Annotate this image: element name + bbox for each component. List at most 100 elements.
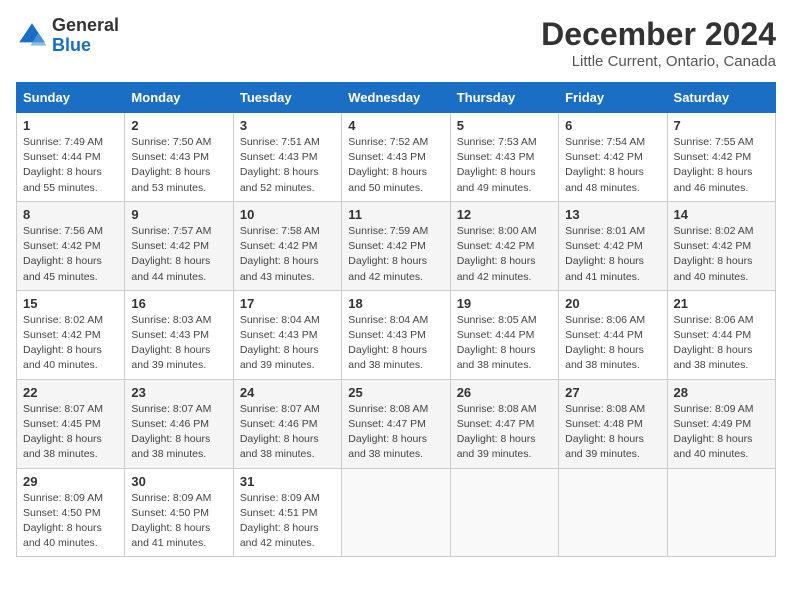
calendar-cell: 6 Sunrise: 7:54 AMSunset: 4:42 PMDaylight… bbox=[559, 113, 667, 202]
day-number: 11 bbox=[348, 207, 443, 222]
calendar-cell: 8 Sunrise: 7:56 AMSunset: 4:42 PMDaylight… bbox=[17, 201, 125, 290]
calendar-cell: 9 Sunrise: 7:57 AMSunset: 4:42 PMDaylight… bbox=[125, 201, 233, 290]
day-info: Sunrise: 8:07 AMSunset: 4:46 PMDaylight:… bbox=[131, 402, 226, 463]
day-number: 28 bbox=[674, 385, 769, 400]
calendar-cell: 19 Sunrise: 8:05 AMSunset: 4:44 PMDayligh… bbox=[450, 290, 558, 379]
day-number: 1 bbox=[23, 118, 118, 133]
calendar-cell bbox=[450, 468, 558, 557]
calendar-cell: 24 Sunrise: 8:07 AMSunset: 4:46 PMDayligh… bbox=[233, 379, 341, 468]
day-info: Sunrise: 7:56 AMSunset: 4:42 PMDaylight:… bbox=[23, 224, 118, 285]
calendar-cell: 12Sunrise: 8:00 AMSunset: 4:42 PMDayligh… bbox=[450, 201, 558, 290]
day-info: Sunrise: 8:05 AMSunset: 4:44 PMDaylight:… bbox=[457, 313, 552, 374]
calendar-cell: 23Sunrise: 8:07 AMSunset: 4:46 PMDayligh… bbox=[125, 379, 233, 468]
calendar-header-thursday: Thursday bbox=[450, 83, 558, 113]
calendar-cell: 21Sunrise: 8:06 AMSunset: 4:44 PMDayligh… bbox=[667, 290, 775, 379]
logo-text: General Blue bbox=[52, 16, 119, 56]
day-number: 25 bbox=[348, 385, 443, 400]
day-number: 5 bbox=[457, 118, 552, 133]
day-info: Sunrise: 7:54 AMSunset: 4:42 PMDaylight:… bbox=[565, 135, 660, 196]
day-number: 16 bbox=[131, 296, 226, 311]
day-number: 2 bbox=[131, 118, 226, 133]
calendar-cell: 13 Sunrise: 8:01 AMSunset: 4:42 PMDayligh… bbox=[559, 201, 667, 290]
day-number: 10 bbox=[240, 207, 335, 222]
day-number: 3 bbox=[240, 118, 335, 133]
calendar-header-monday: Monday bbox=[125, 83, 233, 113]
calendar-cell: 28 Sunrise: 8:09 AMSunset: 4:49 PMDayligh… bbox=[667, 379, 775, 468]
day-info: Sunrise: 8:04 AMSunset: 4:43 PMDaylight:… bbox=[348, 313, 443, 374]
day-info: Sunrise: 7:50 AMSunset: 4:43 PMDaylight:… bbox=[131, 135, 226, 196]
day-info: Sunrise: 7:59 AMSunset: 4:42 PMDaylight:… bbox=[348, 224, 443, 285]
calendar-cell bbox=[342, 468, 450, 557]
calendar-cell: 15 Sunrise: 8:02 AMSunset: 4:42 PMDayligh… bbox=[17, 290, 125, 379]
day-number: 30 bbox=[131, 474, 226, 489]
calendar-cell: 22 Sunrise: 8:07 AMSunset: 4:45 PMDayligh… bbox=[17, 379, 125, 468]
calendar-week-row: 22 Sunrise: 8:07 AMSunset: 4:45 PMDayligh… bbox=[17, 379, 776, 468]
calendar-cell: 31 Sunrise: 8:09 AMSunset: 4:51 PMDayligh… bbox=[233, 468, 341, 557]
main-title: December 2024 bbox=[541, 16, 776, 53]
calendar-week-row: 15 Sunrise: 8:02 AMSunset: 4:42 PMDayligh… bbox=[17, 290, 776, 379]
calendar-cell: 1 Sunrise: 7:49 AMSunset: 4:44 PMDaylight… bbox=[17, 113, 125, 202]
day-number: 7 bbox=[674, 118, 769, 133]
day-info: Sunrise: 7:53 AMSunset: 4:43 PMDaylight:… bbox=[457, 135, 552, 196]
day-number: 26 bbox=[457, 385, 552, 400]
calendar-cell: 29Sunrise: 8:09 AMSunset: 4:50 PMDayligh… bbox=[17, 468, 125, 557]
calendar-week-row: 8 Sunrise: 7:56 AMSunset: 4:42 PMDaylight… bbox=[17, 201, 776, 290]
title-area: December 2024 Little Current, Ontario, C… bbox=[541, 16, 776, 70]
logo-icon bbox=[16, 20, 48, 52]
calendar-header-friday: Friday bbox=[559, 83, 667, 113]
day-info: Sunrise: 7:49 AMSunset: 4:44 PMDaylight:… bbox=[23, 135, 118, 196]
day-info: Sunrise: 8:01 AMSunset: 4:42 PMDaylight:… bbox=[565, 224, 660, 285]
calendar-week-row: 1 Sunrise: 7:49 AMSunset: 4:44 PMDaylight… bbox=[17, 113, 776, 202]
day-number: 4 bbox=[348, 118, 443, 133]
day-info: Sunrise: 8:09 AMSunset: 4:51 PMDaylight:… bbox=[240, 491, 335, 552]
calendar-header-sunday: Sunday bbox=[17, 83, 125, 113]
logo: General Blue bbox=[16, 16, 119, 56]
day-number: 20 bbox=[565, 296, 660, 311]
calendar-cell: 17Sunrise: 8:04 AMSunset: 4:43 PMDayligh… bbox=[233, 290, 341, 379]
calendar-cell bbox=[559, 468, 667, 557]
day-info: Sunrise: 8:09 AMSunset: 4:49 PMDaylight:… bbox=[674, 402, 769, 463]
header: General Blue December 2024 Little Curren… bbox=[16, 16, 776, 70]
calendar-week-row: 29Sunrise: 8:09 AMSunset: 4:50 PMDayligh… bbox=[17, 468, 776, 557]
calendar-cell: 7Sunrise: 7:55 AMSunset: 4:42 PMDaylight… bbox=[667, 113, 775, 202]
calendar-header-row: SundayMondayTuesdayWednesdayThursdayFrid… bbox=[17, 83, 776, 113]
day-number: 12 bbox=[457, 207, 552, 222]
day-number: 27 bbox=[565, 385, 660, 400]
calendar-cell: 3Sunrise: 7:51 AMSunset: 4:43 PMDaylight… bbox=[233, 113, 341, 202]
calendar-cell: 27 Sunrise: 8:08 AMSunset: 4:48 PMDayligh… bbox=[559, 379, 667, 468]
day-info: Sunrise: 7:57 AMSunset: 4:42 PMDaylight:… bbox=[131, 224, 226, 285]
day-number: 9 bbox=[131, 207, 226, 222]
day-number: 6 bbox=[565, 118, 660, 133]
calendar-cell: 14Sunrise: 8:02 AMSunset: 4:42 PMDayligh… bbox=[667, 201, 775, 290]
day-info: Sunrise: 8:07 AMSunset: 4:45 PMDaylight:… bbox=[23, 402, 118, 463]
calendar-cell: 20Sunrise: 8:06 AMSunset: 4:44 PMDayligh… bbox=[559, 290, 667, 379]
day-number: 8 bbox=[23, 207, 118, 222]
day-number: 21 bbox=[674, 296, 769, 311]
day-info: Sunrise: 8:08 AMSunset: 4:47 PMDaylight:… bbox=[457, 402, 552, 463]
day-number: 31 bbox=[240, 474, 335, 489]
day-number: 22 bbox=[23, 385, 118, 400]
day-info: Sunrise: 7:52 AMSunset: 4:43 PMDaylight:… bbox=[348, 135, 443, 196]
day-number: 15 bbox=[23, 296, 118, 311]
day-info: Sunrise: 8:02 AMSunset: 4:42 PMDaylight:… bbox=[674, 224, 769, 285]
calendar-cell: 5 Sunrise: 7:53 AMSunset: 4:43 PMDaylight… bbox=[450, 113, 558, 202]
calendar-header-tuesday: Tuesday bbox=[233, 83, 341, 113]
calendar-cell: 4 Sunrise: 7:52 AMSunset: 4:43 PMDaylight… bbox=[342, 113, 450, 202]
calendar-cell: 25Sunrise: 8:08 AMSunset: 4:47 PMDayligh… bbox=[342, 379, 450, 468]
calendar-cell bbox=[667, 468, 775, 557]
day-number: 24 bbox=[240, 385, 335, 400]
day-info: Sunrise: 8:07 AMSunset: 4:46 PMDaylight:… bbox=[240, 402, 335, 463]
day-info: Sunrise: 8:08 AMSunset: 4:48 PMDaylight:… bbox=[565, 402, 660, 463]
calendar: SundayMondayTuesdayWednesdayThursdayFrid… bbox=[16, 82, 776, 557]
calendar-cell: 11 Sunrise: 7:59 AMSunset: 4:42 PMDayligh… bbox=[342, 201, 450, 290]
day-number: 18 bbox=[348, 296, 443, 311]
day-info: Sunrise: 8:02 AMSunset: 4:42 PMDaylight:… bbox=[23, 313, 118, 374]
subtitle: Little Current, Ontario, Canada bbox=[541, 53, 776, 70]
calendar-cell: 30Sunrise: 8:09 AMSunset: 4:50 PMDayligh… bbox=[125, 468, 233, 557]
calendar-cell: 10 Sunrise: 7:58 AMSunset: 4:42 PMDayligh… bbox=[233, 201, 341, 290]
day-info: Sunrise: 8:09 AMSunset: 4:50 PMDaylight:… bbox=[23, 491, 118, 552]
day-number: 19 bbox=[457, 296, 552, 311]
day-number: 13 bbox=[565, 207, 660, 222]
day-number: 17 bbox=[240, 296, 335, 311]
day-info: Sunrise: 7:58 AMSunset: 4:42 PMDaylight:… bbox=[240, 224, 335, 285]
